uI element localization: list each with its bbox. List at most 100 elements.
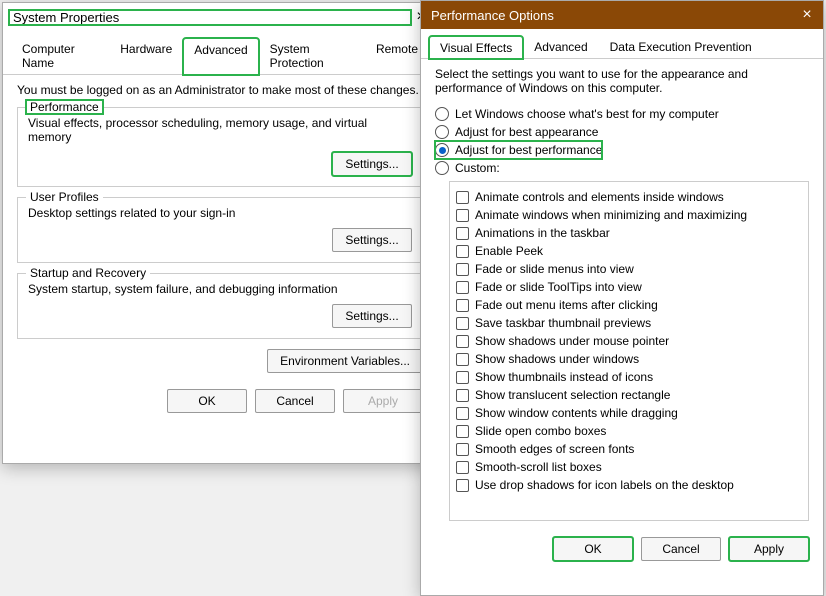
radio-icon xyxy=(435,143,449,157)
startup-settings-button[interactable]: Settings... xyxy=(332,304,412,328)
checkbox-icon xyxy=(456,407,469,420)
check-option[interactable]: Show window contents while dragging xyxy=(456,404,802,422)
sys-apply-button[interactable]: Apply xyxy=(343,389,423,413)
system-properties-dialog: System Properties × Computer Name Hardwa… xyxy=(2,2,438,464)
startup-group: Startup and Recovery System startup, sys… xyxy=(17,273,423,339)
userprofiles-group-title: User Profiles xyxy=(26,190,103,204)
sys-ok-button[interactable]: OK xyxy=(167,389,247,413)
checkbox-icon xyxy=(456,353,469,366)
checkbox-icon xyxy=(456,191,469,204)
check-option[interactable]: Animate windows when minimizing and maxi… xyxy=(456,206,802,224)
check-option[interactable]: Animate controls and elements inside win… xyxy=(456,188,802,206)
checkbox-icon xyxy=(456,227,469,240)
radio-icon xyxy=(435,125,449,139)
sys-cancel-button[interactable]: Cancel xyxy=(255,389,335,413)
sys-titlebar: System Properties × xyxy=(3,3,437,31)
checkbox-icon xyxy=(456,443,469,456)
checkbox-icon xyxy=(456,299,469,312)
userprofiles-settings-button[interactable]: Settings... xyxy=(332,228,412,252)
custom-options-list: Animate controls and elements inside win… xyxy=(449,181,809,521)
checkbox-icon xyxy=(456,335,469,348)
perf-cancel-button[interactable]: Cancel xyxy=(641,537,721,561)
check-option[interactable]: Fade out menu items after clicking xyxy=(456,296,802,314)
check-label: Enable Peek xyxy=(475,244,543,258)
tab-computer-name[interactable]: Computer Name xyxy=(11,37,109,74)
perf-close-icon[interactable]: × xyxy=(797,5,817,25)
check-option[interactable]: Animations in the taskbar xyxy=(456,224,802,242)
check-option[interactable]: Show thumbnails instead of icons xyxy=(456,368,802,386)
checkbox-icon xyxy=(456,317,469,330)
perf-desc: Select the settings you want to use for … xyxy=(435,67,809,95)
check-label: Smooth edges of screen fonts xyxy=(475,442,634,456)
check-label: Show window contents while dragging xyxy=(475,406,678,420)
perf-ok-button[interactable]: OK xyxy=(553,537,633,561)
check-label: Show thumbnails instead of icons xyxy=(475,370,653,384)
radio-label: Let Windows choose what's best for my co… xyxy=(455,107,719,121)
checkbox-icon xyxy=(456,389,469,402)
startup-group-title: Startup and Recovery xyxy=(26,266,150,280)
check-option[interactable]: Show translucent selection rectangle xyxy=(456,386,802,404)
check-option[interactable]: Fade or slide ToolTips into view xyxy=(456,278,802,296)
perf-title: Performance Options xyxy=(427,8,797,23)
check-option[interactable]: Save taskbar thumbnail previews xyxy=(456,314,802,332)
check-label: Fade out menu items after clicking xyxy=(475,298,658,312)
check-option[interactable]: Fade or slide menus into view xyxy=(456,260,802,278)
radio-best-performance[interactable]: Adjust for best performance xyxy=(435,141,602,159)
performance-group: Performance Visual effects, processor sc… xyxy=(17,107,423,187)
tab-perf-advanced[interactable]: Advanced xyxy=(523,35,598,58)
radio-custom[interactable]: Custom: xyxy=(435,159,809,177)
check-label: Animate controls and elements inside win… xyxy=(475,190,724,204)
userprofiles-desc: Desktop settings related to your sign-in xyxy=(28,206,412,220)
env-variables-button[interactable]: Environment Variables... xyxy=(267,349,423,373)
admin-note: You must be logged on as an Administrato… xyxy=(3,75,437,97)
check-label: Save taskbar thumbnail previews xyxy=(475,316,651,330)
check-label: Slide open combo boxes xyxy=(475,424,606,438)
radio-label: Adjust for best performance xyxy=(455,143,602,157)
checkbox-icon xyxy=(456,209,469,222)
perf-titlebar: Performance Options × xyxy=(421,1,823,29)
tab-advanced[interactable]: Advanced xyxy=(183,38,258,75)
checkbox-icon xyxy=(456,281,469,294)
tab-system-protection[interactable]: System Protection xyxy=(259,37,365,74)
check-option[interactable]: Show shadows under windows xyxy=(456,350,802,368)
performance-options-dialog: Performance Options × Visual Effects Adv… xyxy=(420,0,824,596)
radio-label: Adjust for best appearance xyxy=(455,125,598,139)
radio-icon xyxy=(435,161,449,175)
check-label: Animate windows when minimizing and maxi… xyxy=(475,208,747,222)
performance-settings-button[interactable]: Settings... xyxy=(332,152,412,176)
check-label: Use drop shadows for icon labels on the … xyxy=(475,478,734,492)
checkbox-icon xyxy=(456,263,469,276)
check-option[interactable]: Smooth edges of screen fonts xyxy=(456,440,802,458)
checkbox-icon xyxy=(456,461,469,474)
userprofiles-group: User Profiles Desktop settings related t… xyxy=(17,197,423,263)
checkbox-icon xyxy=(456,425,469,438)
radio-best-appearance[interactable]: Adjust for best appearance xyxy=(435,123,809,141)
performance-group-title: Performance xyxy=(26,100,103,114)
check-option[interactable]: Show shadows under mouse pointer xyxy=(456,332,802,350)
check-label: Show shadows under mouse pointer xyxy=(475,334,669,348)
perf-tabs: Visual Effects Advanced Data Execution P… xyxy=(421,29,823,59)
check-option[interactable]: Smooth-scroll list boxes xyxy=(456,458,802,476)
check-label: Fade or slide menus into view xyxy=(475,262,634,276)
check-option[interactable]: Slide open combo boxes xyxy=(456,422,802,440)
check-label: Animations in the taskbar xyxy=(475,226,610,240)
startup-desc: System startup, system failure, and debu… xyxy=(28,282,412,296)
check-label: Show translucent selection rectangle xyxy=(475,388,670,402)
perf-apply-button[interactable]: Apply xyxy=(729,537,809,561)
tab-visual-effects[interactable]: Visual Effects xyxy=(429,36,523,59)
check-option[interactable]: Enable Peek xyxy=(456,242,802,260)
checkbox-icon xyxy=(456,245,469,258)
sys-tabs: Computer Name Hardware Advanced System P… xyxy=(3,31,437,75)
check-option[interactable]: Use drop shadows for icon labels on the … xyxy=(456,476,802,494)
check-label: Smooth-scroll list boxes xyxy=(475,460,602,474)
check-label: Fade or slide ToolTips into view xyxy=(475,280,642,294)
tab-dep[interactable]: Data Execution Prevention xyxy=(599,35,763,58)
checkbox-icon xyxy=(456,371,469,384)
check-label: Show shadows under windows xyxy=(475,352,639,366)
radio-label: Custom: xyxy=(455,161,500,175)
radio-let-windows[interactable]: Let Windows choose what's best for my co… xyxy=(435,105,809,123)
checkbox-icon xyxy=(456,479,469,492)
radio-icon xyxy=(435,107,449,121)
tab-hardware[interactable]: Hardware xyxy=(109,37,183,74)
sys-title: System Properties xyxy=(9,10,411,25)
